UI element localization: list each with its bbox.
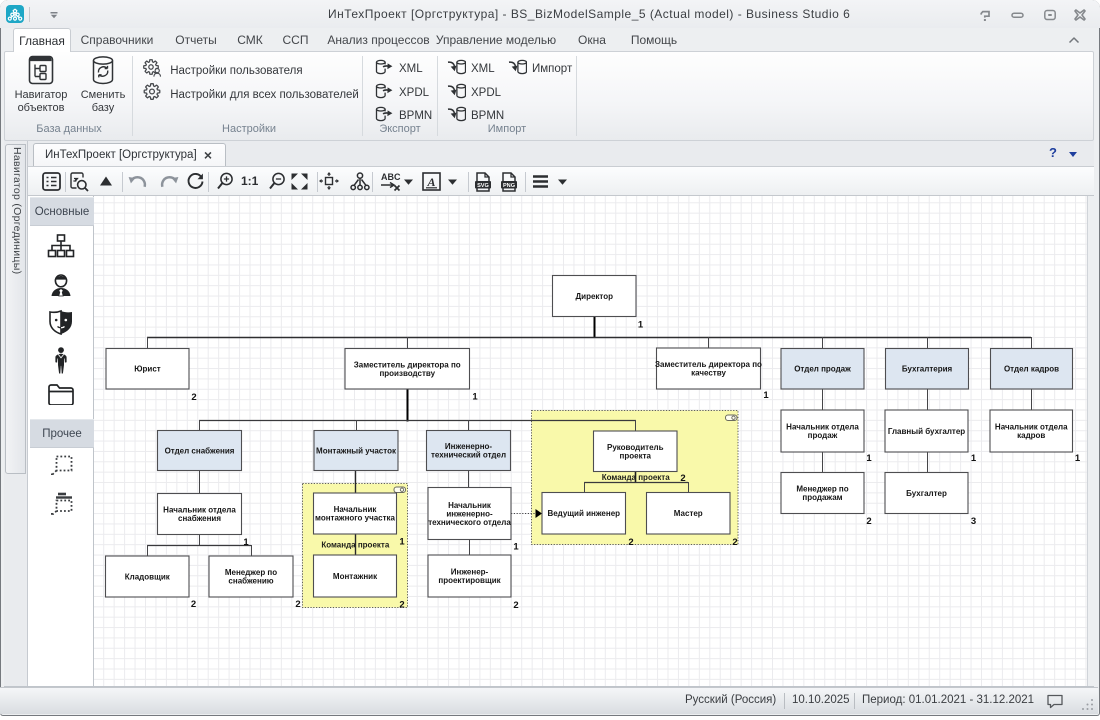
svg-text:2: 2 xyxy=(732,537,737,548)
svg-text:Команда проекта: Команда проекта xyxy=(602,473,670,482)
svg-text:Отдел продаж: Отдел продаж xyxy=(794,365,851,374)
svg-text:1: 1 xyxy=(513,542,519,553)
svg-text:1: 1 xyxy=(1075,453,1081,464)
svg-text:2: 2 xyxy=(191,599,196,610)
svg-text:Кладовщик: Кладовщик xyxy=(125,572,171,581)
svg-text:ABC: ABC xyxy=(381,172,401,182)
svg-text:1: 1 xyxy=(399,537,405,548)
svg-text:Монтажник: Монтажник xyxy=(333,572,378,581)
svg-text:Юрист: Юрист xyxy=(134,365,161,374)
svg-text:2: 2 xyxy=(513,600,518,611)
svg-text:2: 2 xyxy=(866,516,871,527)
svg-text:2: 2 xyxy=(191,392,196,403)
svg-text:1: 1 xyxy=(472,392,478,403)
svg-text:Монтажный участок: Монтажный участок xyxy=(316,446,397,455)
svg-text:2: 2 xyxy=(628,537,633,548)
svg-text:3: 3 xyxy=(971,516,976,527)
svg-text:Директор: Директор xyxy=(575,292,613,301)
svg-text:2: 2 xyxy=(680,473,685,484)
svg-text:Главный бухгалтер: Главный бухгалтер xyxy=(888,427,965,436)
svg-text:1: 1 xyxy=(243,537,249,548)
svg-text:Команда проекта: Команда проекта xyxy=(321,541,389,550)
svg-text:1: 1 xyxy=(638,320,644,331)
svg-text:1: 1 xyxy=(971,453,977,464)
svg-text:Мастер: Мастер xyxy=(674,509,703,518)
svg-text:SVG: SVG xyxy=(477,183,489,189)
svg-text:Ведущий инженер: Ведущий инженер xyxy=(547,509,620,518)
svg-text:Менеджер попродажам: Менеджер попродажам xyxy=(796,485,848,503)
svg-text:Отдел снабжения: Отдел снабжения xyxy=(165,446,235,455)
svg-text:Менеджер поснабжению: Менеджер поснабжению xyxy=(225,568,277,586)
svg-text:1: 1 xyxy=(763,390,769,401)
svg-text:2: 2 xyxy=(295,599,300,610)
svg-text:A: A xyxy=(426,175,435,189)
svg-text:2: 2 xyxy=(399,600,404,611)
svg-text:PNG: PNG xyxy=(503,183,515,189)
svg-text:1: 1 xyxy=(866,453,872,464)
svg-text:Бухгалтерия: Бухгалтерия xyxy=(902,365,953,374)
svg-text:Бухгалтер: Бухгалтер xyxy=(906,489,947,498)
svg-text:Отдел кадров: Отдел кадров xyxy=(1004,365,1059,374)
